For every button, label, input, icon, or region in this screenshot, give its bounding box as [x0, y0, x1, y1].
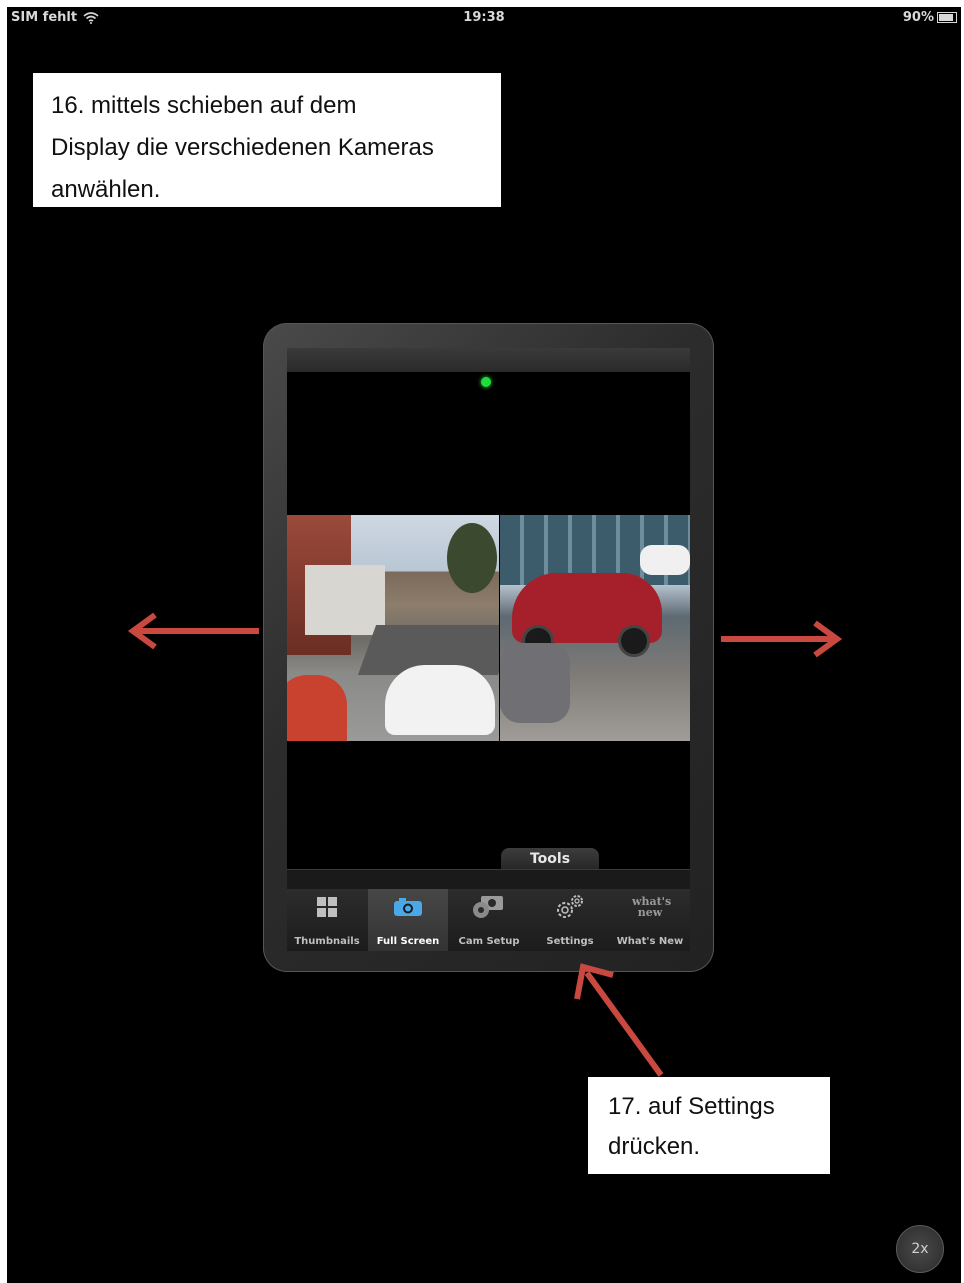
whats-new-icon: what's new	[632, 895, 672, 919]
status-bar: SIM fehlt 19:38 90%	[7, 7, 961, 29]
battery-fill	[939, 14, 954, 21]
grey-car-shape	[500, 643, 570, 723]
camera-icon	[394, 898, 422, 916]
callout-17-line-1: 17. auf Settings	[608, 1093, 775, 1120]
zoom-2x-button[interactable]: 2x	[896, 1225, 944, 1273]
gears-icon	[557, 895, 583, 918]
tab-bar: Thumbnails Full Screen Cam Setup Setting…	[287, 889, 690, 951]
swipe-left-arrow-icon	[127, 612, 259, 650]
battery-status: 90%	[903, 10, 957, 25]
tab-label: Settings	[546, 936, 594, 947]
device-mockup: Tools Thumbnails Full Screen Cam Setup S…	[263, 323, 714, 972]
tabbar-divider	[287, 869, 690, 890]
tools-tab[interactable]: Tools	[501, 848, 599, 870]
battery-icon	[937, 12, 957, 23]
camera-feed-right[interactable]	[500, 515, 690, 741]
clock: 19:38	[463, 10, 505, 25]
tab-label: Full Screen	[376, 936, 440, 947]
camera-gear-icon	[473, 896, 503, 918]
pointer-arrow-icon	[574, 963, 664, 1077]
wheel-shape	[618, 625, 650, 657]
instruction-callout-17: 17. auf Settings drücken.	[588, 1077, 830, 1174]
tab-label: What's New	[616, 936, 684, 947]
white-car-shape	[385, 665, 495, 735]
callout-17-line-2: drücken.	[608, 1133, 701, 1160]
tab-thumbnails[interactable]: Thumbnails	[287, 889, 367, 951]
red-car-shape	[287, 675, 347, 741]
white-car-shape	[640, 545, 690, 575]
callout-16-line-2: Display die verschiedenen Kameras	[51, 134, 434, 161]
swipe-right-arrow-icon	[721, 620, 843, 658]
callout-16-line-3: anwählen.	[51, 176, 161, 203]
connection-status-dot	[481, 377, 491, 387]
tree-shape	[447, 523, 497, 593]
tab-cam-setup[interactable]: Cam Setup	[449, 889, 529, 951]
tab-label: Cam Setup	[458, 936, 520, 947]
tab-whats-new[interactable]: what's new What's New	[610, 889, 690, 951]
tab-label: Thumbnails	[294, 936, 360, 947]
grid-icon	[317, 897, 337, 917]
ipad-screen: SIM fehlt 19:38 90% 16. mittels schieben…	[7, 7, 961, 1283]
device-top-bar	[287, 348, 690, 372]
instruction-callout-16: 16. mittels schieben auf dem Display die…	[33, 73, 501, 207]
callout-16-line-1: 16. mittels schieben auf dem	[51, 92, 357, 119]
tab-full-screen[interactable]: Full Screen	[368, 889, 448, 951]
camera-view[interactable]: Tools	[287, 372, 690, 870]
tab-settings[interactable]: Settings	[530, 889, 610, 951]
camera-feed-left[interactable]	[287, 515, 499, 741]
storefront-shape	[305, 565, 385, 635]
battery-percent: 90%	[902, 10, 934, 25]
